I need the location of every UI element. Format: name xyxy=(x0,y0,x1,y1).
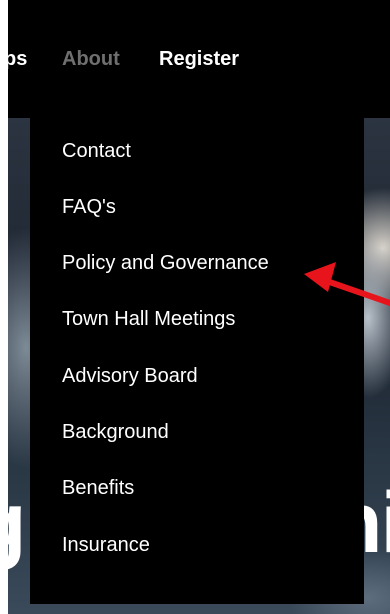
menu-item-insurance[interactable]: Insurance xyxy=(62,534,150,557)
menu-item-background[interactable]: Background xyxy=(62,421,169,444)
menu-item-advisory-board[interactable]: Advisory Board xyxy=(62,365,198,388)
screenshot-frame: g ni ps About Register Contact FAQ's Pol… xyxy=(0,0,390,614)
menu-item-faqs[interactable]: FAQ's xyxy=(62,196,116,219)
hero-heading-fragment-left: g xyxy=(8,480,27,566)
menu-item-policy-and-governance[interactable]: Policy and Governance xyxy=(62,252,269,275)
red-arrow-icon xyxy=(304,262,390,306)
nav-item-partial[interactable]: ps xyxy=(8,48,27,71)
about-dropdown-menu: Contact FAQ's Policy and Governance Town… xyxy=(30,118,364,604)
nav-item-about[interactable]: About xyxy=(62,48,120,71)
menu-item-benefits[interactable]: Benefits xyxy=(62,477,134,500)
nav-item-register[interactable]: Register xyxy=(159,48,239,71)
menu-item-contact[interactable]: Contact xyxy=(62,140,131,163)
top-navigation: ps About Register xyxy=(8,0,390,118)
menu-item-town-hall-meetings[interactable]: Town Hall Meetings xyxy=(62,308,235,331)
